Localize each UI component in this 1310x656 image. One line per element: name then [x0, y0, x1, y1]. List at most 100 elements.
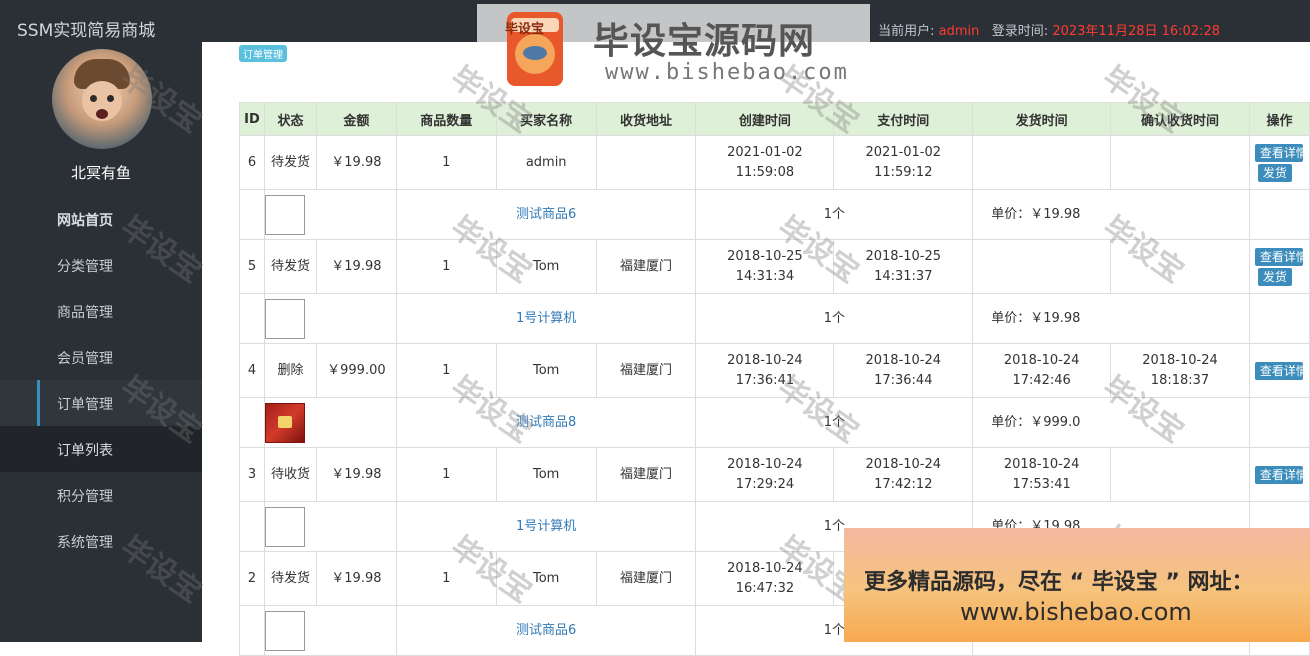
product-price: 单价：￥19.98	[972, 189, 1250, 240]
product-link[interactable]: 测试商品8	[395, 397, 697, 448]
col-header: ID	[239, 102, 265, 136]
order-status: 待发货	[263, 239, 317, 294]
product-price: 单价：￥19.98	[972, 293, 1250, 344]
order-buyer: Tom	[495, 343, 597, 398]
watermark-logo-badge: 毕设宝	[505, 22, 545, 37]
watermark-promo-banner: 更多精品源码，尽在 “ 毕设宝 ” 网址： www.bishebao.com	[844, 528, 1310, 642]
col-header: 操作	[1248, 102, 1310, 136]
sidebar-item-product[interactable]: 商品管理	[0, 288, 202, 334]
col-header: 状态	[263, 102, 317, 136]
order-address: 福建厦门	[595, 551, 697, 606]
order-item-row: 测试商品8 1个 单价：￥999.0	[239, 397, 1310, 448]
order-amount: ￥19.98	[315, 135, 397, 190]
order-actions: 查看详情	[1248, 343, 1310, 398]
sidebar-item-points[interactable]: 积分管理	[0, 472, 202, 518]
order-created: 2018-10-24 17:36:41	[695, 343, 835, 398]
order-actions: 查看详情 发货	[1248, 135, 1310, 190]
order-qty: 1	[395, 135, 497, 190]
product-link[interactable]: 1号计算机	[395, 501, 697, 552]
product-image[interactable]	[264, 610, 305, 651]
order-buyer: Tom	[495, 551, 597, 606]
ship-button[interactable]: 发货	[1257, 163, 1292, 182]
col-header: 买家名称	[495, 102, 597, 136]
product-image[interactable]	[264, 402, 305, 443]
sidebar-item-label: 网站首页	[57, 213, 113, 229]
current-user: admin	[938, 24, 980, 39]
view-details-button[interactable]: 查看详情	[1254, 465, 1303, 484]
sidebar-item-home[interactable]: 网站首页	[0, 196, 202, 242]
sidebar-item-label: 商品管理	[57, 305, 113, 321]
order-address: 福建厦门	[595, 343, 697, 398]
order-id: 6	[239, 135, 265, 190]
order-buyer: admin	[495, 135, 597, 190]
view-details-button[interactable]: 查看详情	[1254, 361, 1303, 380]
login-time: 2023年11月28日 16:02:28	[1052, 24, 1220, 39]
order-confirmed	[1110, 239, 1250, 294]
order-actions: 查看详情	[1248, 447, 1310, 502]
sidebar: 北冥有鱼 网站首页 分类管理 商品管理 会员管理 订单管理 订单列表 积分管理 …	[0, 42, 202, 642]
col-header: 发货时间	[972, 102, 1112, 136]
product-link[interactable]: 1号计算机	[395, 293, 697, 344]
watermark-logo-url: www.bishebao.com	[605, 60, 849, 85]
product-image[interactable]	[264, 194, 305, 235]
view-details-button[interactable]: 查看详情	[1254, 143, 1303, 162]
order-status: 待收货	[263, 447, 317, 502]
order-confirmed: 2018-10-24 18:18:37	[1110, 343, 1250, 398]
sidebar-item-member[interactable]: 会员管理	[0, 334, 202, 380]
order-address	[595, 135, 697, 190]
col-header: 金额	[315, 102, 397, 136]
order-id: 5	[239, 239, 265, 294]
watermark-logo-banner: 毕设宝 毕设宝源码网 www.bishebao.com	[477, 4, 870, 96]
product-image[interactable]	[264, 506, 305, 547]
sidebar-item-order-list[interactable]: 订单列表	[0, 426, 202, 472]
promo-line-1: 更多精品源码，尽在 “ 毕设宝 ” 网址：	[864, 570, 1254, 595]
avatar	[52, 49, 152, 149]
order-item-row: 1号计算机 1个 单价：￥19.98	[239, 293, 1310, 344]
order-address: 福建厦门	[595, 239, 697, 294]
ship-button[interactable]: 发货	[1257, 267, 1292, 286]
order-paid: 2018-10-25 14:31:37	[833, 239, 974, 294]
promo-line-2: www.bishebao.com	[960, 598, 1192, 626]
product-image[interactable]	[264, 298, 305, 339]
sidebar-item-orders[interactable]: 订单管理	[0, 380, 202, 426]
order-shipped	[972, 239, 1112, 294]
order-id: 2	[239, 551, 265, 606]
order-paid: 2018-10-24 17:36:44	[833, 343, 974, 398]
sidebar-item-label: 会员管理	[57, 351, 113, 367]
sidebar-item-label: 系统管理	[57, 535, 113, 551]
order-item-row: 测试商品6 1个 单价：￥19.98	[239, 189, 1310, 240]
view-details-button[interactable]: 查看详情	[1254, 247, 1303, 266]
sidebar-username: 北冥有鱼	[70, 164, 131, 182]
order-confirmed	[1110, 447, 1250, 502]
table-row: 3 待收货 ￥19.98 1 Tom 福建厦门 2018-10-24 17:29…	[239, 447, 1310, 502]
order-paid: 2021-01-02 11:59:12	[833, 135, 974, 190]
sidebar-item-label: 分类管理	[57, 259, 113, 275]
col-header: 支付时间	[833, 102, 974, 136]
order-amount: ￥19.98	[315, 447, 397, 502]
order-status: 待发货	[263, 551, 317, 606]
col-header: 确认收货时间	[1110, 102, 1250, 136]
product-link[interactable]: 测试商品6	[395, 189, 697, 240]
order-qty: 1	[395, 447, 497, 502]
product-count: 1个	[695, 293, 974, 344]
order-address: 福建厦门	[595, 447, 697, 502]
order-amount: ￥19.98	[315, 239, 397, 294]
col-header: 商品数量	[395, 102, 497, 136]
order-id: 4	[239, 343, 265, 398]
table-row: 5 待发货 ￥19.98 1 Tom 福建厦门 2018-10-25 14:31…	[239, 239, 1310, 294]
order-actions: 查看详情 发货	[1248, 239, 1310, 294]
sidebar-item-label: 订单管理	[57, 397, 113, 413]
sidebar-item-category[interactable]: 分类管理	[0, 242, 202, 288]
col-header: 创建时间	[695, 102, 835, 136]
order-created: 2021-01-02 11:59:08	[695, 135, 835, 190]
sidebar-item-label: 订单列表	[57, 443, 113, 459]
user-info: 当前用户: admin 登录时间: 2023年11月28日 16:02:28	[878, 20, 1220, 39]
order-amount: ￥19.98	[315, 551, 397, 606]
sidebar-item-system[interactable]: 系统管理	[0, 518, 202, 564]
watermark-logo-title: 毕设宝源码网	[593, 21, 816, 62]
table-row: 6 待发货 ￥19.98 1 admin 2021-01-02 11:59:08…	[239, 135, 1310, 190]
order-status: 待发货	[263, 135, 317, 190]
order-qty: 1	[395, 343, 497, 398]
order-buyer: Tom	[495, 447, 597, 502]
product-link[interactable]: 测试商品6	[395, 605, 697, 656]
